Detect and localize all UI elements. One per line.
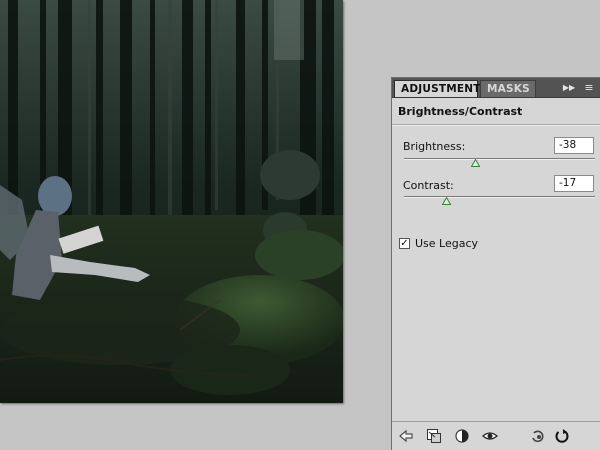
forest-photo (0, 0, 343, 403)
contrast-input[interactable]: -17 (554, 175, 594, 192)
brightness-input[interactable]: -38 (554, 137, 594, 154)
contrast-slider-thumb[interactable] (441, 197, 451, 205)
use-legacy-checkbox[interactable]: ✓ (399, 238, 410, 249)
use-legacy-label: Use Legacy (415, 237, 479, 250)
clip-to-layer-icon[interactable] (426, 428, 442, 444)
panel-title: Brightness/Contrast (398, 105, 523, 118)
divider (392, 124, 600, 126)
tab-adjustments[interactable]: ADJUSTMENTS (394, 80, 488, 97)
expand-collapse-icon[interactable]: ▶▶ (562, 82, 576, 93)
panel-bottom-toolbar (392, 421, 600, 450)
contrast-label: Contrast: (403, 179, 454, 192)
return-to-list-icon[interactable] (398, 428, 414, 444)
reset-default-icon[interactable] (554, 428, 570, 444)
brightness-slider-track[interactable] (404, 158, 595, 160)
adjustments-panel: ADJUSTMENTS MASKS ▶▶ ≡ Brightness/Contra… (391, 77, 600, 450)
document-canvas[interactable] (0, 0, 343, 403)
brightness-label: Brightness: (403, 140, 466, 153)
panel-menu-icon[interactable]: ≡ (582, 82, 596, 93)
layer-visibility-icon[interactable] (454, 428, 470, 444)
reset-icon[interactable] (530, 428, 546, 444)
contrast-slider-track[interactable] (404, 196, 595, 198)
panel-tab-bar: ADJUSTMENTS MASKS ▶▶ ≡ (392, 78, 600, 98)
tab-masks[interactable]: MASKS (480, 80, 536, 97)
brightness-slider-thumb[interactable] (470, 159, 480, 167)
view-previous-state-icon[interactable] (482, 428, 498, 444)
